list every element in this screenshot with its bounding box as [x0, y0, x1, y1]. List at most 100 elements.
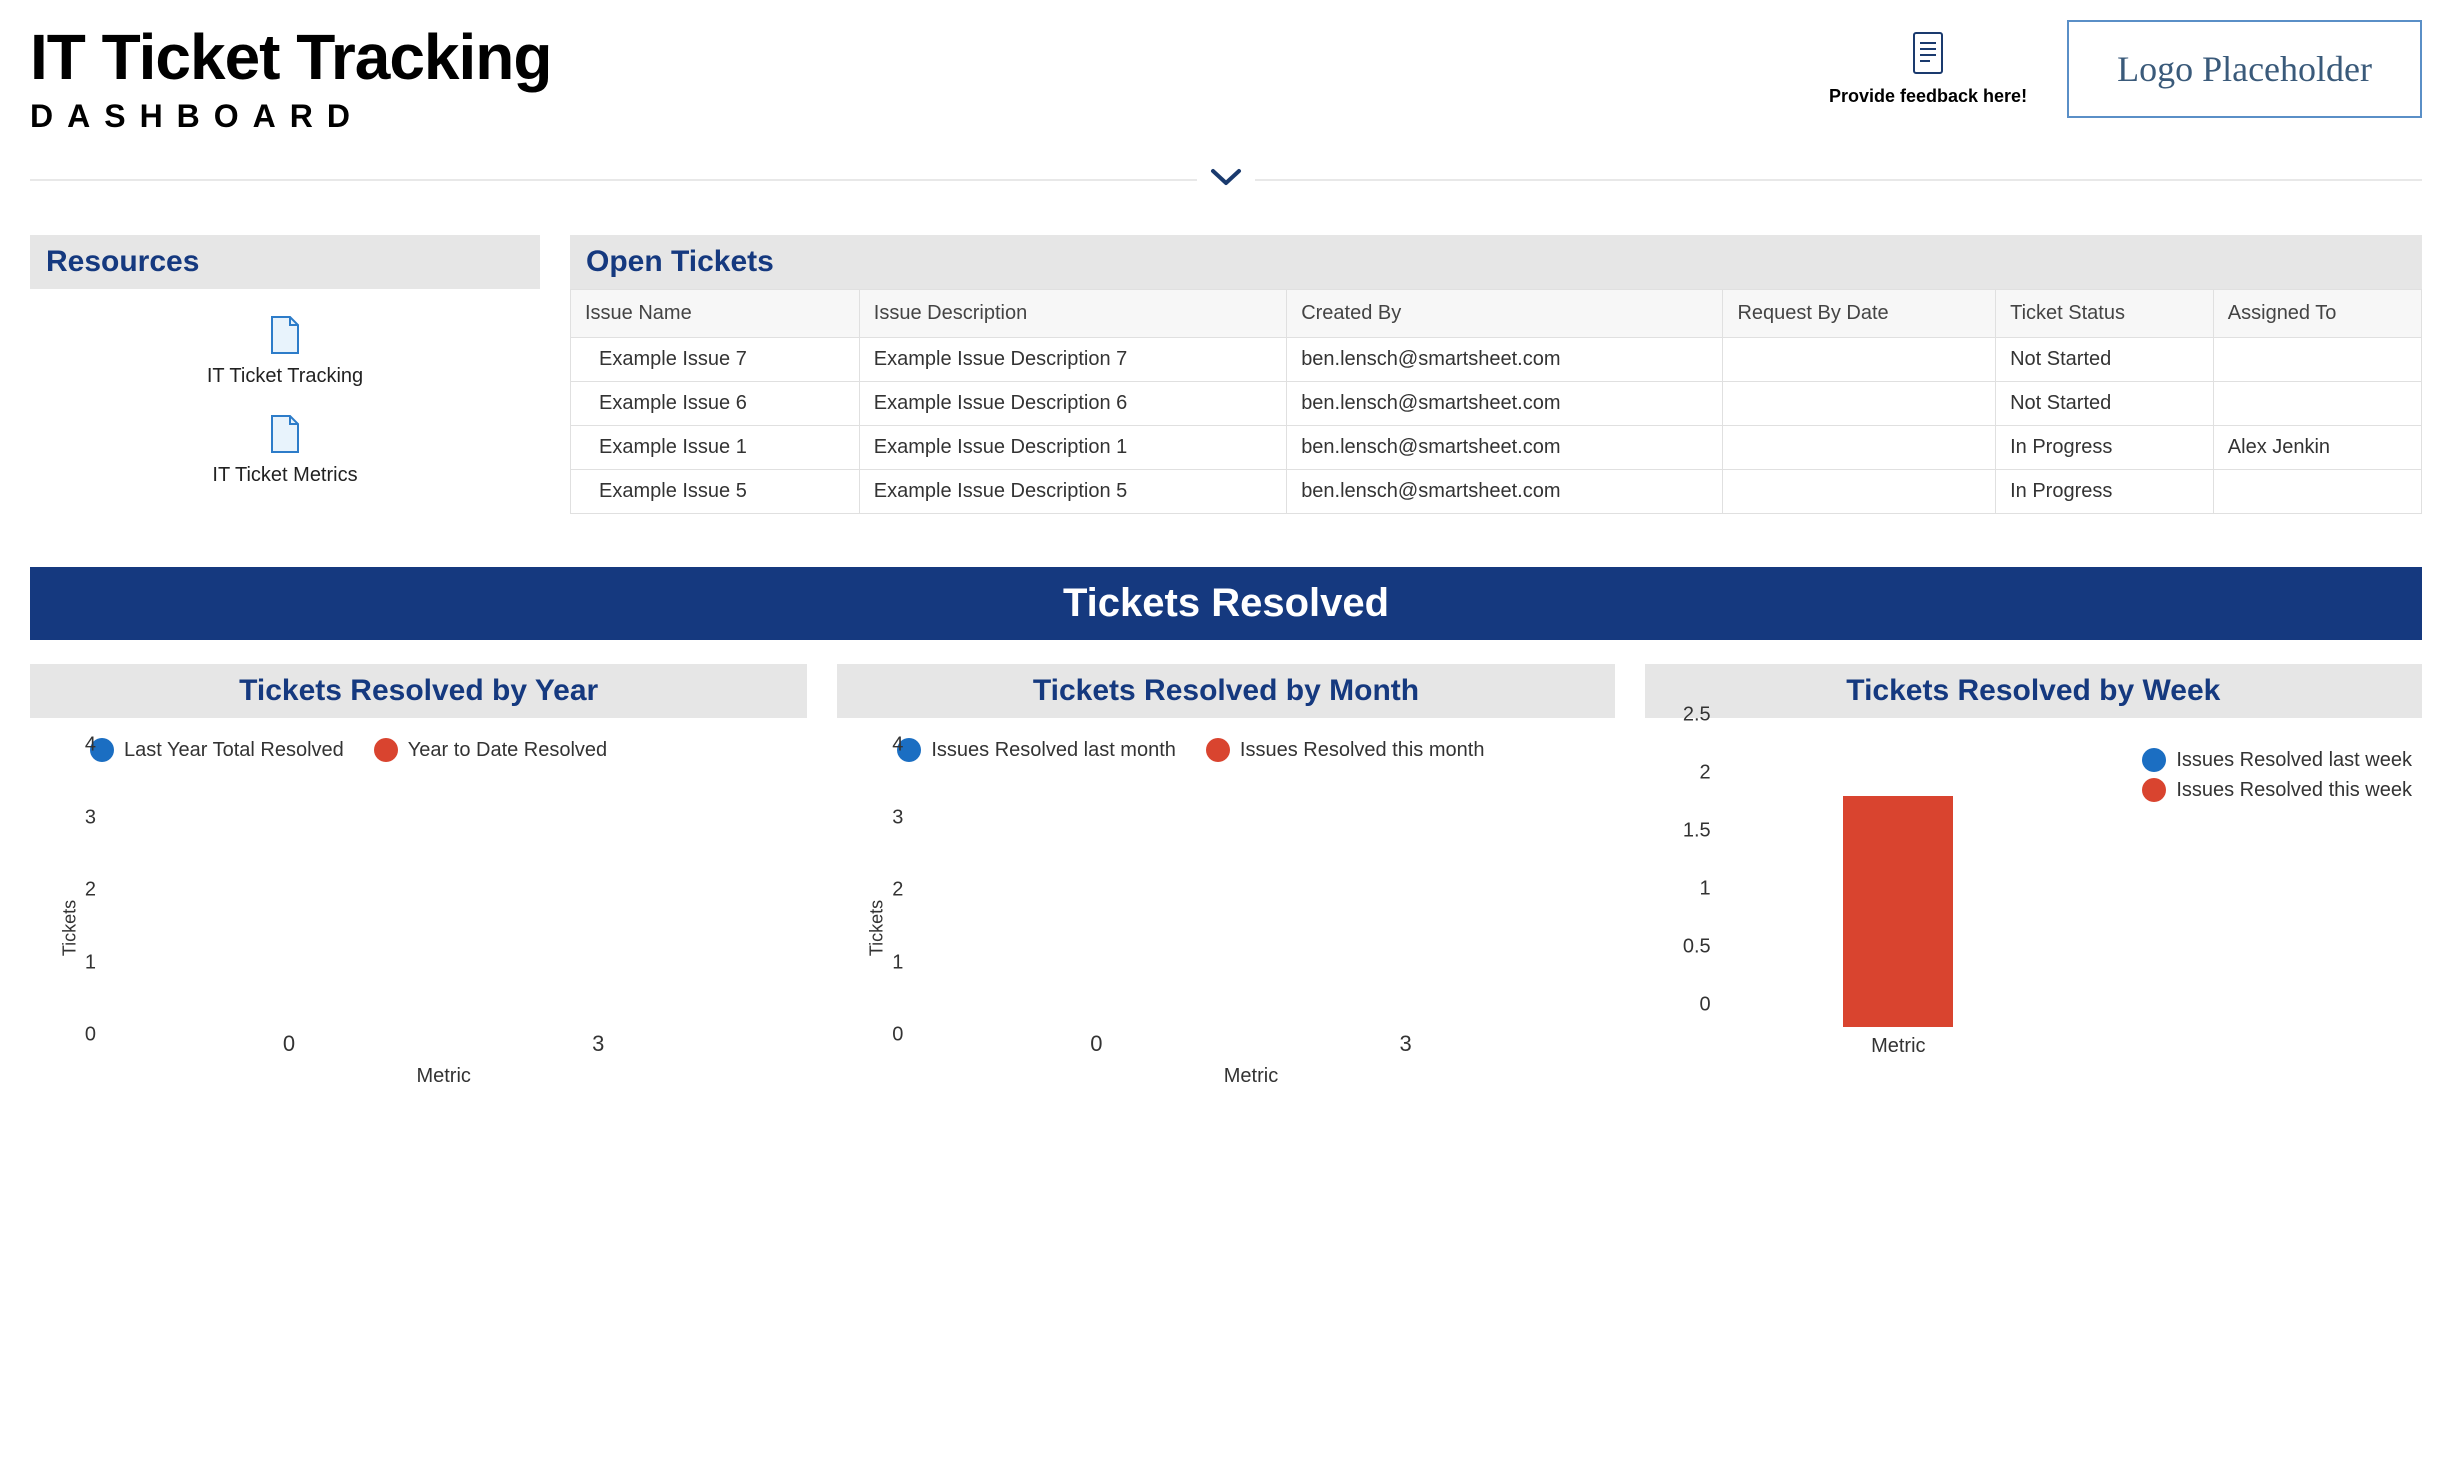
- x-axis-label: Metric: [100, 1065, 787, 1088]
- y-tick: 4: [85, 734, 96, 757]
- legend-swatch-icon: [2142, 748, 2166, 772]
- title-block: IT Ticket Tracking DASHBOARD: [30, 20, 551, 135]
- table-row[interactable]: Example Issue 1Example Issue Description…: [571, 426, 2422, 470]
- y-tick: 1: [85, 951, 96, 974]
- y-ticks: 00.511.522.5: [1675, 738, 1711, 1028]
- bar-value-label: 0: [283, 1031, 295, 1057]
- page-title: IT Ticket Tracking: [30, 20, 551, 94]
- cell-created_by: ben.lensch@smartsheet.com: [1287, 426, 1723, 470]
- y-tick: 2: [85, 879, 96, 902]
- x-axis-label: Metric: [1715, 1035, 2082, 1058]
- x-axis-label: Metric: [907, 1065, 1594, 1088]
- y-tick: 3: [892, 806, 903, 829]
- cell-request_date: [1723, 338, 1996, 382]
- chart-body: Issues Resolved last month Issues Resolve…: [837, 718, 1614, 1138]
- legend-item[interactable]: Issues Resolved last month: [897, 738, 1176, 762]
- resources-body: IT Ticket Tracking IT Ticket Metrics: [30, 289, 540, 527]
- plot-area: 03: [907, 768, 1594, 1058]
- y-tick: 0: [1700, 994, 1711, 1017]
- header-right: Provide feedback here! Logo Placeholder: [1829, 20, 2422, 118]
- col-assigned[interactable]: Assigned To: [2213, 290, 2421, 338]
- y-tick: 0: [85, 1024, 96, 1047]
- legend-item[interactable]: Last Year Total Resolved: [90, 738, 344, 762]
- chart-widget: Tickets Resolved by WeekIssues Resolved …: [1645, 664, 2422, 1138]
- legend-item[interactable]: Issues Resolved this week: [2142, 778, 2412, 802]
- cell-desc: Example Issue Description 6: [859, 382, 1286, 426]
- cell-created_by: ben.lensch@smartsheet.com: [1287, 338, 1723, 382]
- legend-label: Last Year Total Resolved: [124, 739, 344, 762]
- col-status[interactable]: Ticket Status: [1996, 290, 2214, 338]
- legend-item[interactable]: Issues Resolved this month: [1206, 738, 1485, 762]
- col-request-date[interactable]: Request By Date: [1723, 290, 1996, 338]
- feedback-link[interactable]: Provide feedback here!: [1829, 31, 2027, 107]
- plot-area: 03: [100, 768, 787, 1058]
- legend-swatch-icon: [1206, 738, 1230, 762]
- chart-title: Tickets Resolved by Month: [837, 664, 1614, 718]
- cell-assigned: Alex Jenkin: [2213, 426, 2421, 470]
- table-header-row: Issue Name Issue Description Created By …: [571, 290, 2422, 338]
- divider: [30, 165, 2422, 195]
- open-tickets-title: Open Tickets: [570, 235, 2422, 289]
- y-tick: 1: [1700, 878, 1711, 901]
- charts-row: Tickets Resolved by Year Last Year Total …: [30, 664, 2422, 1138]
- legend-label: Issues Resolved last week: [2176, 749, 2412, 772]
- table-row[interactable]: Example Issue 6Example Issue Description…: [571, 382, 2422, 426]
- chart-plot: Tickets0123403Metric: [907, 768, 1594, 1088]
- bars-group: 03: [100, 768, 787, 1057]
- col-issue-desc[interactable]: Issue Description: [859, 290, 1286, 338]
- y-tick: 4: [892, 734, 903, 757]
- table-row[interactable]: Example Issue 5Example Issue Description…: [571, 470, 2422, 514]
- cell-status: In Progress: [1996, 470, 2214, 514]
- cell-status: Not Started: [1996, 382, 2214, 426]
- y-tick: 2.5: [1683, 704, 1711, 727]
- legend-item[interactable]: Issues Resolved last week: [2142, 748, 2412, 772]
- feedback-label: Provide feedback here!: [1829, 86, 2027, 107]
- y-ticks: 01234: [867, 768, 903, 1058]
- y-ticks: 01234: [60, 768, 96, 1058]
- y-tick: 0: [892, 1024, 903, 1047]
- chart-legend: Last Year Total Resolved Year to Date Res…: [30, 738, 807, 762]
- cell-request_date: [1723, 382, 1996, 426]
- open-tickets-widget: Open Tickets Issue Name Issue Descriptio…: [570, 235, 2422, 527]
- cell-created_by: ben.lensch@smartsheet.com: [1287, 382, 1723, 426]
- legend-label: Year to Date Resolved: [408, 739, 607, 762]
- chart-legend: Issues Resolved last month Issues Resolve…: [837, 738, 1614, 762]
- cell-request_date: [1723, 470, 1996, 514]
- legend-item[interactable]: Year to Date Resolved: [374, 738, 607, 762]
- cell-name: Example Issue 5: [571, 470, 860, 514]
- legend-swatch-icon: [374, 738, 398, 762]
- resource-item-tracking[interactable]: IT Ticket Tracking: [30, 315, 540, 388]
- cell-request_date: [1723, 426, 1996, 470]
- cell-name: Example Issue 7: [571, 338, 860, 382]
- y-tick: 2: [1700, 762, 1711, 785]
- bar[interactable]: [1843, 796, 1953, 1027]
- chevron-down-icon[interactable]: [1197, 165, 1255, 194]
- chart-plot: 00.511.522.5Metric: [1715, 738, 2082, 1058]
- legend-swatch-icon: [2142, 778, 2166, 802]
- page-subtitle: DASHBOARD: [30, 98, 551, 135]
- cell-assigned: [2213, 338, 2421, 382]
- y-tick: 1.5: [1683, 820, 1711, 843]
- chart-body: Issues Resolved last week Issues Resolved…: [1645, 718, 2422, 1138]
- bars-group: 03: [907, 768, 1594, 1057]
- cell-name: Example Issue 6: [571, 382, 860, 426]
- chart-widget: Tickets Resolved by Month Issues Resolved…: [837, 664, 1614, 1138]
- main-row: Resources IT Ticket Tracking IT Ticket M…: [30, 235, 2422, 527]
- resource-item-metrics[interactable]: IT Ticket Metrics: [30, 414, 540, 487]
- tickets-table: Issue Name Issue Description Created By …: [570, 289, 2422, 514]
- chart-title: Tickets Resolved by Year: [30, 664, 807, 718]
- cell-status: In Progress: [1996, 426, 2214, 470]
- chart-title: Tickets Resolved by Week: [1645, 664, 2422, 718]
- col-issue-name[interactable]: Issue Name: [571, 290, 860, 338]
- table-row[interactable]: Example Issue 7Example Issue Description…: [571, 338, 2422, 382]
- y-tick: 2: [892, 879, 903, 902]
- col-created-by[interactable]: Created By: [1287, 290, 1723, 338]
- legend-label: Issues Resolved this month: [1240, 739, 1485, 762]
- cell-desc: Example Issue Description 7: [859, 338, 1286, 382]
- cell-created_by: ben.lensch@smartsheet.com: [1287, 470, 1723, 514]
- resources-widget: Resources IT Ticket Tracking IT Ticket M…: [30, 235, 540, 527]
- cell-desc: Example Issue Description 5: [859, 470, 1286, 514]
- logo-placeholder: Logo Placeholder: [2067, 20, 2422, 118]
- bars-group: [1715, 738, 2082, 1027]
- cell-status: Not Started: [1996, 338, 2214, 382]
